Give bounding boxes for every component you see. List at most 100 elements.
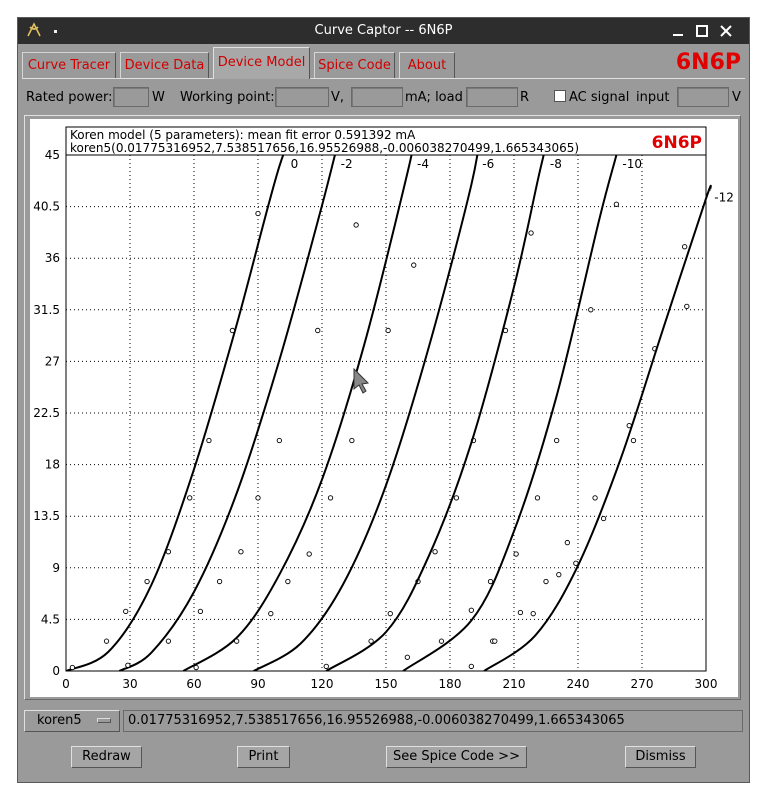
see-spice-code-button[interactable]: See Spice Code >> <box>386 746 527 768</box>
maximize-icon[interactable] <box>692 21 712 41</box>
y-tick-label: 40.5 <box>33 200 60 214</box>
model-select[interactable]: koren5 <box>24 710 120 732</box>
measured-point <box>404 654 410 660</box>
working-point-ma-input[interactable] <box>351 87 403 107</box>
ac-signal-label: AC signal <box>569 90 630 105</box>
measured-point <box>197 608 204 615</box>
measured-point <box>125 662 131 668</box>
device-name-badge: 6N6P <box>675 50 741 75</box>
model-curve <box>253 155 479 671</box>
app-window: Curve Captor -- 6N6P Curve Tracer Device… <box>18 18 749 782</box>
measured-point <box>528 230 534 236</box>
ac-signal-checkbox[interactable] <box>554 90 566 102</box>
x-tick-label: 90 <box>250 677 265 691</box>
print-button[interactable]: Print <box>237 746 290 768</box>
model-curve <box>66 155 285 671</box>
parameters-bar: Rated power: W Working point: V, mA; loa… <box>18 80 749 114</box>
rated-power-label: Rated power: <box>26 90 113 105</box>
input-volts-field[interactable] <box>677 87 729 107</box>
tab-spice-code[interactable]: Spice Code <box>314 52 395 78</box>
series-group <box>66 155 285 671</box>
measured-point <box>165 638 172 644</box>
measured-point <box>684 303 690 310</box>
y-tick-label: 13.5 <box>33 509 60 523</box>
x-tick-label: 60 <box>186 677 201 691</box>
window-title: Curve Captor -- 6N6P <box>314 23 453 38</box>
measured-point <box>513 551 519 557</box>
tab-about[interactable]: About <box>399 52 455 78</box>
device-model-chart: 0 30 60 90 120 150 180 210 240 270 30004.5913.5182… <box>33 126 734 691</box>
redraw-button[interactable]: Redraw <box>71 746 142 768</box>
x-tick-label: 120 <box>311 677 334 691</box>
curve-label: -8 <box>550 157 562 171</box>
measured-point <box>144 578 150 585</box>
mouse-cursor-icon <box>353 367 370 394</box>
y-tick-label: 31.5 <box>33 303 60 317</box>
tab-curve-tracer[interactable]: Curve Tracer <box>22 52 116 78</box>
measured-point <box>534 495 541 501</box>
measured-point <box>268 611 274 617</box>
measured-point <box>187 495 193 501</box>
x-tick-label: 0 <box>62 677 70 691</box>
model-curve <box>325 155 545 671</box>
measured-point <box>600 515 607 522</box>
measured-point <box>588 307 594 313</box>
measured-point <box>276 437 282 444</box>
model-curve <box>182 155 413 671</box>
measured-point <box>487 578 494 585</box>
tab-device-data[interactable]: Device Data <box>120 52 209 78</box>
tab-device-model[interactable]: Device Model <box>213 47 310 79</box>
curve-label: -10 <box>622 157 642 171</box>
minimize-icon[interactable] <box>668 21 688 41</box>
measured-point <box>229 327 236 334</box>
measured-point <box>468 663 474 670</box>
measured-point <box>306 551 312 557</box>
measured-point <box>592 495 598 501</box>
x-tick-label: 210 <box>503 677 526 691</box>
curve-label: -12 <box>714 190 734 204</box>
measured-point <box>468 607 474 613</box>
series-group <box>182 155 417 671</box>
measured-point <box>438 638 445 644</box>
measured-point <box>556 572 562 578</box>
plot-header-line1: Koren model (5 parameters): mean fit err… <box>70 128 416 142</box>
measured-point <box>517 609 524 616</box>
x-tick-label: 180 <box>439 677 462 691</box>
y-tick-label: 22.5 <box>33 406 60 420</box>
y-tick-label: 4.5 <box>41 612 60 626</box>
plot-header-line2: koren5(0.01775316952,7.538517656,16.9552… <box>70 141 579 155</box>
title-bar: Curve Captor -- 6N6P <box>18 18 749 44</box>
measured-point <box>285 578 291 585</box>
measured-point <box>432 549 438 555</box>
working-point-label: Working point: <box>180 90 275 105</box>
measured-point <box>530 611 536 617</box>
working-point-ma-unit: mA; load <box>405 90 463 105</box>
measured-point <box>385 327 391 334</box>
measured-point <box>613 201 620 207</box>
load-input[interactable] <box>466 87 518 107</box>
coefficients-field[interactable]: 0.01775316952,7.538517656,16.95526988,-0… <box>123 710 743 732</box>
rated-power-input[interactable] <box>113 87 149 107</box>
input-volts-unit: V <box>732 90 741 105</box>
model-select-value: koren5 <box>37 713 82 728</box>
measured-point <box>630 437 637 444</box>
select-knob-icon <box>97 718 111 723</box>
curve-label: 0 <box>291 157 299 171</box>
measured-point <box>165 549 172 555</box>
rated-power-unit: W <box>152 90 165 105</box>
measured-point <box>255 210 261 217</box>
measured-point <box>492 638 498 644</box>
curve-label: -4 <box>417 157 429 171</box>
working-point-volts-input[interactable] <box>275 87 329 107</box>
measured-point <box>564 539 570 546</box>
close-icon[interactable] <box>716 21 736 41</box>
x-tick-label: 240 <box>567 677 590 691</box>
measured-point <box>123 608 129 615</box>
load-unit: R <box>520 90 530 105</box>
dismiss-button[interactable]: Dismiss <box>625 746 696 768</box>
y-tick-label: 45 <box>45 148 60 162</box>
measured-point <box>327 495 334 501</box>
working-point-volts-unit: V, <box>331 90 345 105</box>
measured-point <box>193 664 199 671</box>
measured-point <box>315 327 321 334</box>
